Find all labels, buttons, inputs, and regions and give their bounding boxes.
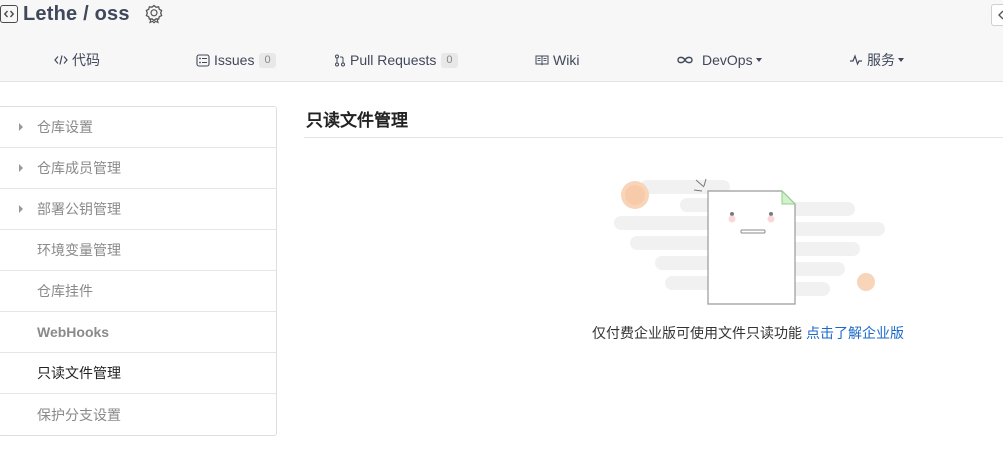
collapse-panel-button[interactable] [991, 4, 1003, 26]
repo-name-link[interactable]: Lethe / oss [23, 3, 130, 26]
repo-title-bar: Lethe / oss [0, 1, 164, 27]
tab-devops-label: DevOps [702, 52, 753, 68]
tab-services-label: 服务 [867, 52, 895, 68]
pull-requests-count-badge: 0 [441, 52, 458, 68]
code-bracket-icon [54, 54, 68, 66]
code-icon [0, 5, 18, 23]
repo-header: Lethe / oss 代码 Issues 0 Pull Requests 0 … [0, 0, 1003, 82]
empty-state-message: 仅付费企业版可使用文件只读功能 点击了解企业版 [592, 323, 904, 343]
sidebar-item-label: 只读文件管理 [37, 365, 121, 381]
pulse-icon [849, 54, 863, 66]
tab-pull-requests[interactable]: Pull Requests 0 [334, 42, 458, 78]
chevron-down-icon [898, 58, 904, 62]
sidebar-item-label: 环境变量管理 [37, 242, 121, 258]
sidebar-item-label: 部署公钥管理 [37, 201, 121, 217]
sidebar-item-label: 保护分支设置 [37, 406, 121, 423]
tab-wiki-label: Wiki [553, 52, 580, 68]
sidebar-item-env-vars[interactable]: 环境变量管理 [0, 230, 276, 271]
sidebar-item-label: 仓库挂件 [37, 283, 93, 299]
issues-count-badge: 0 [259, 52, 276, 68]
learn-enterprise-link[interactable]: 点击了解企业版 [806, 325, 904, 341]
chevron-right-icon [19, 123, 23, 131]
issues-icon [196, 53, 210, 67]
tab-issues-label: Issues [214, 52, 255, 68]
book-icon [535, 54, 549, 66]
repo-tabs: 代码 Issues 0 Pull Requests 0 Wiki DevOps … [0, 42, 1003, 78]
sidebar-item-widgets[interactable]: 仓库挂件 [0, 271, 276, 312]
settings-sidebar: 仓库设置 仓库成员管理 部署公钥管理 环境变量管理 仓库挂件 WebHooks … [0, 106, 277, 436]
page-title: 只读文件管理 [306, 111, 408, 130]
chevron-down-icon [755, 58, 762, 62]
title-divider [304, 137, 1003, 138]
tab-code[interactable]: 代码 [54, 42, 100, 78]
sidebar-item-protected-branches[interactable]: 保护分支设置 [0, 394, 276, 435]
empty-message-text: 仅付费企业版可使用文件只读功能 [592, 325, 802, 341]
chevron-right-icon [19, 164, 23, 172]
tab-devops[interactable]: DevOps [676, 42, 762, 78]
tab-pull-requests-label: Pull Requests [350, 52, 437, 68]
sidebar-item-members[interactable]: 仓库成员管理 [0, 148, 276, 189]
sidebar-item-label: 仓库成员管理 [37, 160, 121, 176]
chevron-right-icon [19, 205, 23, 213]
sidebar-item-label: WebHooks [37, 324, 110, 340]
tab-issues[interactable]: Issues 0 [196, 42, 276, 78]
infinity-icon [676, 55, 694, 65]
sidebar-item-deploy-keys[interactable]: 部署公钥管理 [0, 189, 276, 230]
tab-wiki[interactable]: Wiki [535, 42, 579, 78]
sidebar-item-readonly-files[interactable]: 只读文件管理 [0, 353, 276, 394]
tab-code-label: 代码 [72, 52, 100, 68]
sidebar-item-label: 仓库设置 [37, 119, 93, 135]
tab-services[interactable]: 服务 [849, 42, 904, 78]
award-badge-icon[interactable] [144, 4, 164, 24]
sidebar-item-webhooks[interactable]: WebHooks [0, 312, 276, 353]
pull-request-icon [334, 54, 346, 67]
sidebar-item-repo-settings[interactable]: 仓库设置 [0, 107, 276, 148]
empty-state-illustration [614, 178, 885, 305]
